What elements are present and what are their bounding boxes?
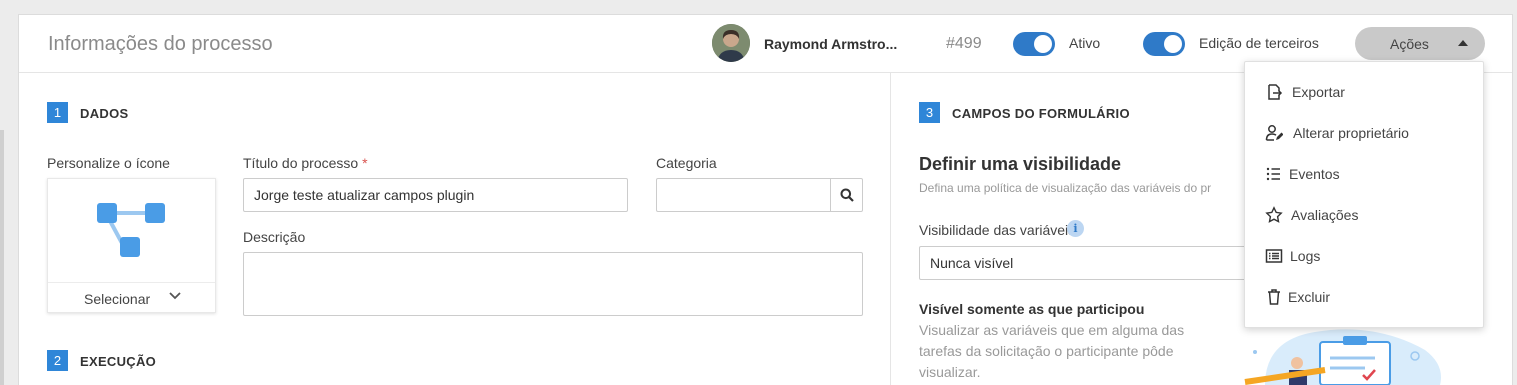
actions-button[interactable]: Ações bbox=[1355, 27, 1485, 60]
icon-select-label: Selecionar bbox=[84, 291, 151, 307]
visibility-value: Nunca visível bbox=[930, 255, 1014, 271]
menu-label: Alterar proprietário bbox=[1293, 125, 1409, 141]
section-number-3: 3 bbox=[919, 102, 940, 123]
icon-label: Personalize o ícone bbox=[47, 155, 170, 171]
chevron-down-icon bbox=[169, 292, 181, 300]
logs-icon bbox=[1265, 249, 1283, 263]
process-title-label-text: Título do processo bbox=[243, 155, 359, 171]
visibility-select[interactable]: Nunca visível bbox=[919, 246, 1249, 280]
visibility-heading: Definir uma visibilidade bbox=[919, 154, 1122, 174]
category-search-button[interactable] bbox=[830, 179, 862, 211]
caret-up-icon bbox=[1458, 40, 1468, 46]
category-label: Categoria bbox=[656, 155, 717, 171]
actions-button-label: Ações bbox=[1390, 36, 1429, 52]
menu-label: Exportar bbox=[1292, 84, 1345, 100]
column-divider bbox=[890, 73, 891, 385]
info-icon[interactable]: i bbox=[1067, 220, 1084, 237]
menu-item-alterar-proprietario[interactable]: Alterar proprietário bbox=[1245, 113, 1483, 154]
section-title-execucao: EXECUÇÃO bbox=[80, 354, 157, 369]
export-icon bbox=[1268, 84, 1283, 100]
list-icon bbox=[1266, 167, 1280, 181]
menu-label: Excluir bbox=[1288, 289, 1331, 305]
process-title-value: Jorge teste atualizar campos plugin bbox=[254, 187, 475, 203]
change-owner-icon bbox=[1265, 125, 1283, 141]
third-party-edit-toggle[interactable] bbox=[1143, 32, 1185, 56]
menu-label: Eventos bbox=[1289, 166, 1340, 182]
owner-name[interactable]: Raymond Armstro... bbox=[764, 36, 897, 52]
description-label: Descrição bbox=[243, 229, 306, 245]
process-flow-icon bbox=[97, 203, 165, 257]
visibility-option-description: Visualizar as variáveis que em alguma da… bbox=[919, 322, 1185, 380]
category-input[interactable] bbox=[656, 178, 863, 212]
section-number-1: 1 bbox=[47, 102, 68, 123]
description-textarea[interactable] bbox=[243, 252, 863, 316]
visibility-subtext: Defina uma política de visualização das … bbox=[919, 181, 1212, 195]
toggle-knob bbox=[1164, 35, 1182, 53]
trash-icon bbox=[1268, 289, 1280, 305]
icon-picker-divider bbox=[48, 282, 215, 283]
visibility-label: Visibilidade das variáveis bbox=[919, 222, 1076, 238]
left-edge-strip bbox=[0, 130, 4, 385]
avatar[interactable] bbox=[712, 24, 750, 62]
form-illustration bbox=[1225, 320, 1455, 385]
section-number-2: 2 bbox=[47, 350, 68, 371]
menu-label: Avaliações bbox=[1291, 207, 1359, 223]
section-title-dados: DADOS bbox=[80, 106, 129, 121]
visibility-option-title: Visível somente as que participou bbox=[919, 301, 1145, 317]
process-title-label: Título do processo * bbox=[243, 155, 368, 171]
menu-label: Logs bbox=[1290, 248, 1321, 264]
menu-item-exportar[interactable]: Exportar bbox=[1245, 72, 1483, 113]
page-title: Informações do processo bbox=[48, 33, 273, 55]
search-icon bbox=[840, 188, 854, 202]
process-id: #499 bbox=[946, 35, 982, 52]
toggle-knob bbox=[1034, 35, 1052, 53]
third-party-edit-label: Edição de terceiros bbox=[1199, 35, 1319, 51]
required-mark: * bbox=[362, 155, 368, 171]
menu-item-avaliacoes[interactable]: Avaliações bbox=[1245, 195, 1483, 236]
actions-menu: Exportar Alterar proprietário Eventos Av… bbox=[1244, 61, 1484, 328]
star-icon bbox=[1265, 206, 1283, 223]
active-toggle[interactable] bbox=[1013, 32, 1055, 56]
menu-item-excluir[interactable]: Excluir bbox=[1245, 277, 1483, 318]
section-title-campos: CAMPOS DO FORMULÁRIO bbox=[952, 106, 1130, 121]
menu-item-logs[interactable]: Logs bbox=[1245, 236, 1483, 277]
icon-picker[interactable]: Selecionar bbox=[47, 178, 216, 313]
menu-item-eventos[interactable]: Eventos bbox=[1245, 154, 1483, 195]
active-label: Ativo bbox=[1069, 35, 1101, 51]
process-title-input[interactable]: Jorge teste atualizar campos plugin bbox=[243, 178, 628, 212]
